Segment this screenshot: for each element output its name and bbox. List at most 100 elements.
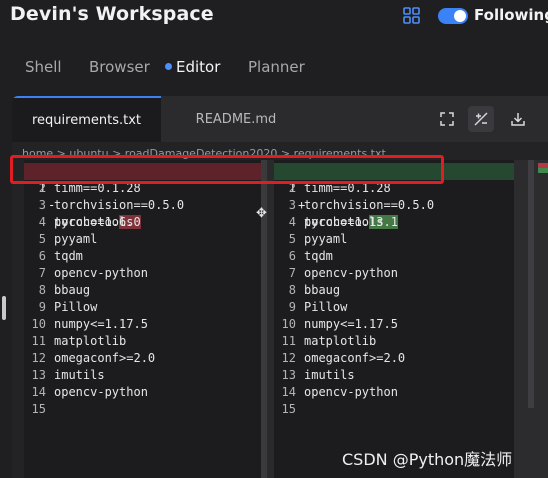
line-number: 12 — [281, 351, 296, 365]
added-marker — [538, 168, 548, 173]
code-line: 5 pyyaml — [24, 231, 261, 248]
code-text: tqdm — [304, 249, 333, 263]
line-number: 3 — [38, 198, 46, 212]
line-number: 6 — [288, 249, 296, 263]
code-line: 6 tqdm — [274, 248, 514, 265]
code-text: numpy<=1.17.5 — [304, 317, 398, 331]
code-line: 4 pycocotools — [274, 214, 514, 231]
scroll-handle[interactable] — [2, 296, 6, 320]
line-number: 6 — [38, 249, 46, 263]
code-text: matplotlib — [54, 334, 127, 348]
line-number: 10 — [31, 317, 46, 331]
code-line: 14 opencv-python — [24, 384, 261, 401]
highlight-annotation — [10, 155, 444, 184]
tab-shell[interactable]: Shell — [25, 58, 62, 76]
download-icon[interactable] — [505, 106, 531, 132]
line-number: 11 — [281, 334, 296, 348]
code-text: imutils — [54, 368, 105, 382]
file-tab-label: requirements.txt — [31, 113, 141, 128]
tab-label: Planner — [248, 58, 305, 76]
code-text: imutils — [304, 368, 355, 382]
line-number: 8 — [38, 283, 46, 297]
line-number: 4 — [288, 215, 296, 229]
tab-planner[interactable]: Planner — [248, 58, 305, 76]
code-text: pyyaml — [54, 232, 98, 246]
tab-label: Browser — [89, 58, 150, 76]
code-text: omegaconf>=2.0 — [304, 351, 406, 365]
line-number: 3 — [288, 198, 296, 212]
code-line: 10 numpy<=1.17.5 — [274, 316, 514, 333]
code-text: torchvision==0.5.0 — [54, 198, 185, 212]
toggle-knob — [454, 10, 466, 22]
code-text: pycocotools — [304, 215, 384, 229]
file-tab-requirements[interactable]: requirements.txt — [12, 96, 161, 142]
workspace-title: Devin's Workspace — [10, 3, 214, 25]
code-line: 5 pyyaml — [274, 231, 514, 248]
grid-icon[interactable] — [403, 7, 420, 24]
line-number: 9 — [288, 300, 296, 314]
code-text: opencv-python — [304, 266, 398, 280]
line-number: 14 — [31, 385, 46, 399]
modified-pane[interactable]: 1 + torch==1.13.1 2 timm==0.1.28 3 torchvi… — [274, 160, 514, 478]
code-text: Pillow — [54, 300, 98, 314]
line-number: 7 — [38, 266, 46, 280]
code-line: 3 torchvision==0.5.0 — [274, 197, 514, 214]
code-line: 15 — [24, 401, 261, 418]
code-line: 10 numpy<=1.17.5 — [24, 316, 261, 333]
code-line: 12 omegaconf>=2.0 — [24, 350, 261, 367]
line-number: 15 — [31, 402, 46, 416]
code-line: 12 omegaconf>=2.0 — [274, 350, 514, 367]
tab-browser[interactable]: Browser — [89, 58, 150, 76]
code-line: 9 Pillow — [274, 299, 514, 316]
tab-editor[interactable]: Editor — [165, 58, 220, 76]
watermark: CSDN @Python魔法师 — [342, 450, 513, 469]
editor-panel: requirements.txt README.md home > ubuntu… — [12, 96, 548, 478]
code-line: 7 opencv-python — [24, 265, 261, 282]
line-number: 11 — [31, 334, 46, 348]
line-number: 10 — [281, 317, 296, 331]
diff-toggle-icon[interactable] — [468, 106, 494, 132]
code-text: matplotlib — [304, 334, 377, 348]
code-line: 9 Pillow — [24, 299, 261, 316]
minimap-strip — [528, 160, 534, 408]
tab-label: Shell — [25, 58, 62, 76]
line-number: 5 — [38, 232, 46, 246]
code-text: bbaug — [54, 283, 91, 297]
file-tabs: requirements.txt README.md — [12, 96, 548, 142]
code-line: 13 imutils — [274, 367, 514, 384]
code-text: torchvision==0.5.0 — [304, 198, 435, 212]
code-text: omegaconf>=2.0 — [54, 351, 156, 365]
code-line: 6 tqdm — [24, 248, 261, 265]
code-line: 4 pycocotools — [24, 214, 261, 231]
code-line: 11 matplotlib — [24, 333, 261, 350]
line-number: 13 — [31, 368, 46, 382]
code-text: pyyaml — [304, 232, 348, 246]
code-text: opencv-python — [304, 385, 398, 399]
file-tab-label: README.md — [195, 112, 277, 127]
code-line: 11 matplotlib — [274, 333, 514, 350]
original-pane[interactable]: 1 - torch==1.6.0 2 timm==0.1.28 3 torchvis… — [24, 160, 261, 478]
code-line: 8 bbaug — [24, 282, 261, 299]
code-text: Pillow — [304, 300, 348, 314]
top-bar: Devin's Workspace Following — [0, 0, 548, 40]
following-label: Following — [474, 6, 548, 24]
line-number: 8 — [288, 283, 296, 297]
following-toggle[interactable] — [438, 8, 468, 24]
code-line: 13 imutils — [24, 367, 261, 384]
code-text: opencv-python — [54, 266, 148, 280]
code-line: 3 torchvision==0.5.0 — [24, 197, 261, 214]
line-number: 9 — [38, 300, 46, 314]
move-cursor-icon: ✥ — [256, 206, 267, 221]
line-number: 7 — [288, 266, 296, 280]
code-text: tqdm — [54, 249, 83, 263]
line-number: 14 — [281, 385, 296, 399]
fullscreen-icon[interactable] — [434, 106, 460, 132]
code-line: 8 bbaug — [274, 282, 514, 299]
overview-ruler[interactable] — [514, 160, 548, 478]
line-number: 15 — [281, 402, 296, 416]
file-tab-readme[interactable]: README.md — [172, 96, 300, 142]
code-text: bbaug — [304, 283, 341, 297]
code-text: numpy<=1.17.5 — [54, 317, 148, 331]
code-line: 15 — [274, 401, 514, 418]
main-tabs: Shell Browser Editor Planner — [0, 58, 548, 84]
